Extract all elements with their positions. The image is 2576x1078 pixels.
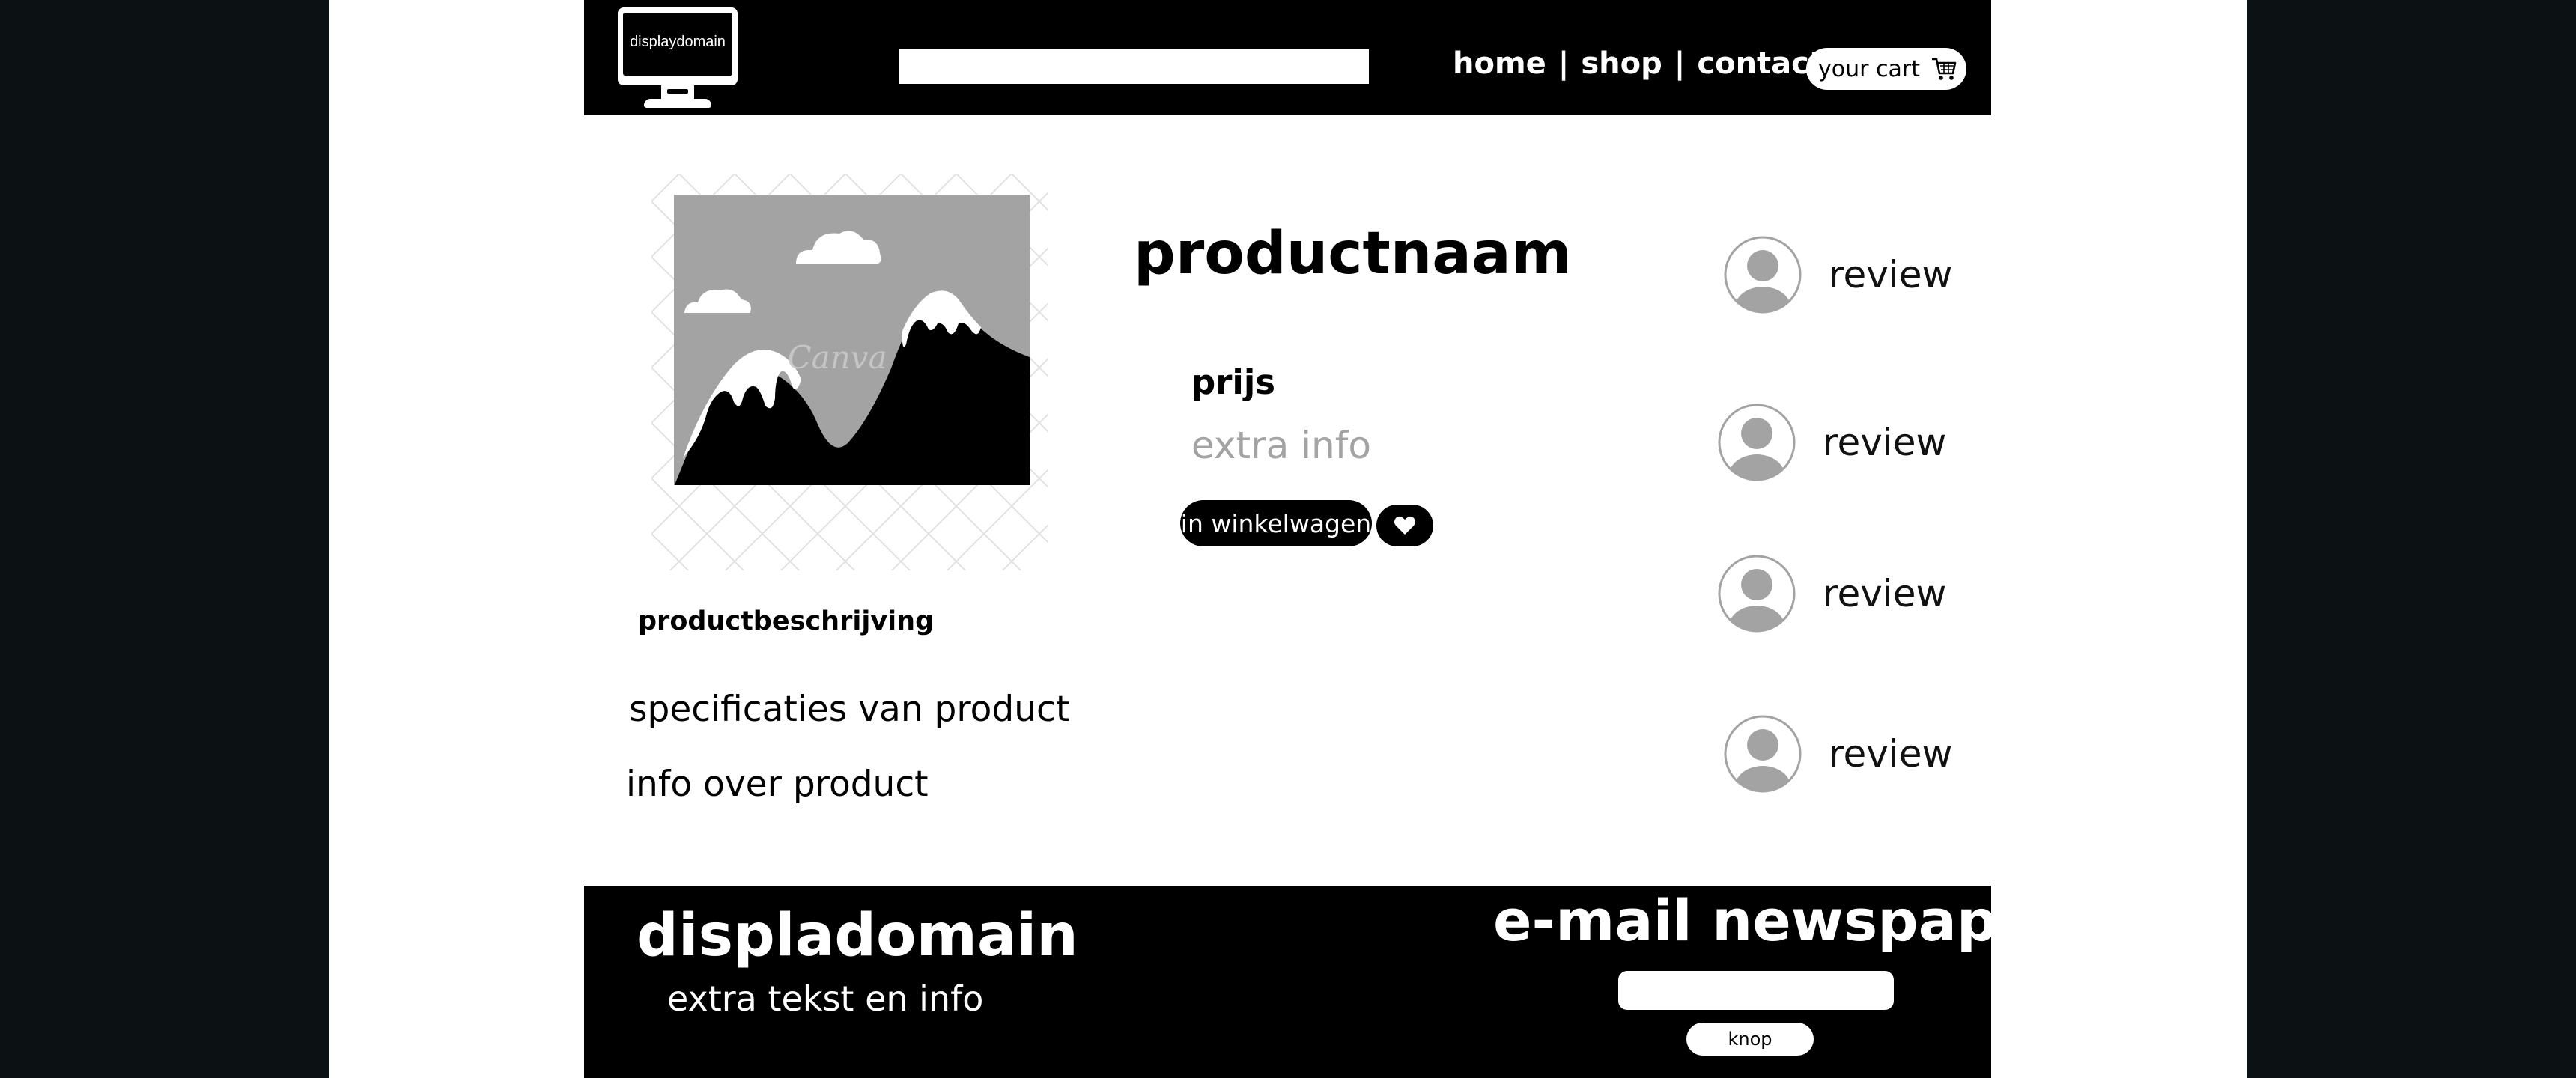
review-item[interactable]: review bbox=[1718, 402, 1946, 483]
product-name: productnaam bbox=[1134, 220, 1572, 287]
main-nav: home | shop | contact bbox=[1453, 46, 1823, 84]
product-price: prijs bbox=[1191, 362, 1276, 402]
search-input[interactable] bbox=[899, 49, 1369, 84]
review-label: review bbox=[1823, 572, 1947, 615]
site-logo[interactable]: displaydomain bbox=[618, 7, 741, 109]
review-label: review bbox=[1829, 732, 1953, 776]
site-frame: displaydomain home | shop | contact your car… bbox=[584, 0, 2064, 1078]
newsletter-email-input[interactable] bbox=[1618, 971, 1894, 1010]
nav-home[interactable]: home bbox=[1453, 46, 1546, 81]
product-specs: specificaties van product bbox=[629, 689, 1070, 730]
product-info: info over product bbox=[626, 764, 929, 805]
nav-shop[interactable]: shop bbox=[1581, 46, 1662, 81]
nav-separator: | bbox=[1558, 46, 1570, 81]
user-avatar-icon bbox=[1718, 555, 1796, 633]
product-description-title: productbeschrijving bbox=[638, 606, 935, 636]
logo-text: displaydomain bbox=[623, 13, 732, 76]
product-extra-info: extra info bbox=[1191, 424, 1371, 467]
site-footer: displadomain extra tekst en info e-mail … bbox=[584, 886, 2064, 1078]
user-avatar-icon bbox=[1724, 715, 1802, 793]
nav-contact[interactable]: contact bbox=[1697, 46, 1823, 81]
cart-label: your cart bbox=[1818, 55, 1920, 82]
user-avatar-icon bbox=[1718, 404, 1796, 481]
review-item[interactable]: review bbox=[1718, 553, 1946, 634]
user-avatar-icon bbox=[1724, 236, 1802, 314]
product-image: Canva bbox=[651, 174, 1048, 570]
monitor-icon: displaydomain bbox=[618, 7, 738, 85]
newsletter-title: e-mail newspaper bbox=[1493, 887, 2065, 954]
heart-icon bbox=[1394, 516, 1415, 535]
add-to-cart-button[interactable]: in winkelwagen bbox=[1180, 500, 1372, 546]
review-item[interactable]: review bbox=[1724, 234, 1952, 315]
cart-icon bbox=[1931, 58, 1957, 80]
footer-brand: displadomain bbox=[637, 902, 1078, 969]
nav-separator: | bbox=[1674, 46, 1686, 81]
footer-subtitle: extra tekst en info bbox=[667, 978, 984, 1019]
favorite-button[interactable] bbox=[1376, 505, 1433, 546]
cart-button[interactable]: your cart bbox=[1806, 48, 1966, 90]
watermark: Canva bbox=[788, 339, 887, 376]
review-item[interactable]: review bbox=[1724, 713, 1952, 794]
site-header: displaydomain home | shop | contact your car… bbox=[584, 0, 1991, 115]
image-placeholder-icon: Canva bbox=[651, 174, 1048, 570]
review-label: review bbox=[1823, 421, 1947, 464]
review-label: review bbox=[1829, 253, 1953, 296]
newsletter-submit-button[interactable]: knop bbox=[1686, 1023, 1814, 1056]
